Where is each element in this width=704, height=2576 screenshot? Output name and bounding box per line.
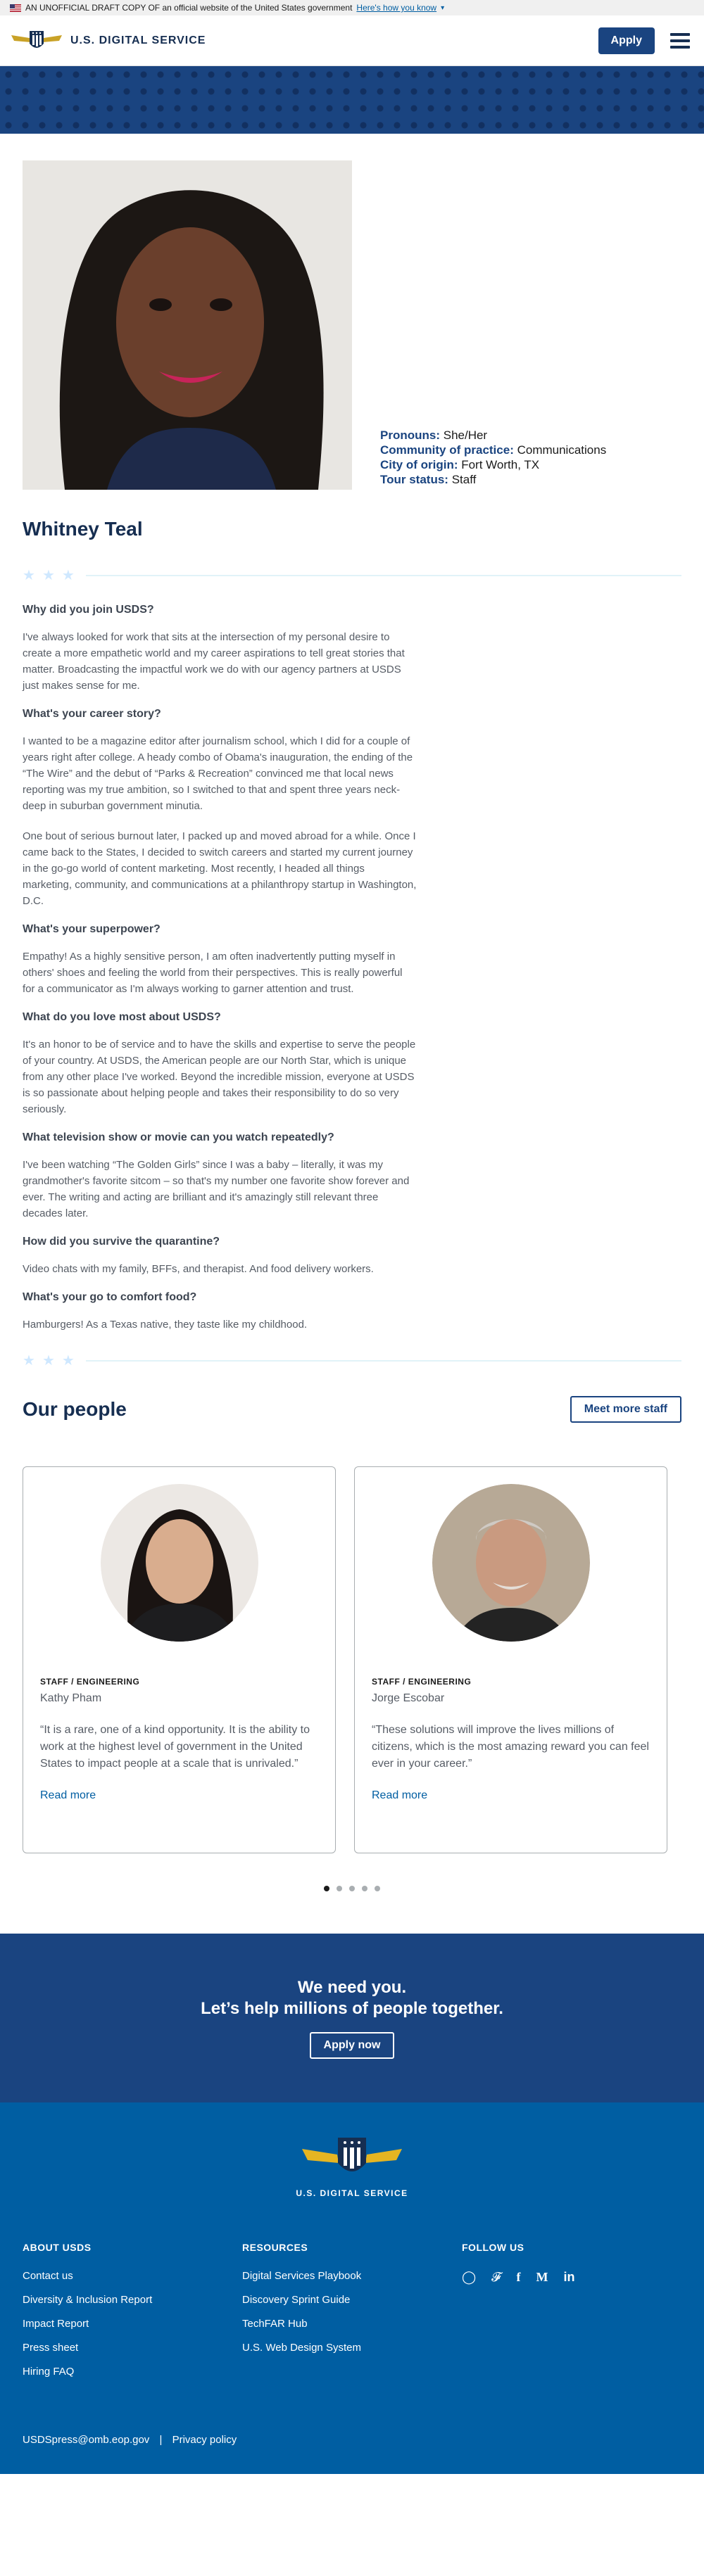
- person-role: STAFF / ENGINEERING: [372, 1677, 472, 1687]
- twitter-icon[interactable]: 𝓕: [491, 2270, 501, 2285]
- question: What's your superpower?: [23, 923, 161, 935]
- person-quote: “It is a rare, one of a kind opportunity…: [40, 1724, 310, 1770]
- star-icon: ★: [61, 1353, 75, 1369]
- site-footer: U.S. DIGITAL SERVICE ABOUT USDS Contact …: [0, 2102, 704, 2474]
- answer: Video chats with my family, BFFs, and th…: [23, 1263, 374, 1275]
- star-icon: ★: [23, 1353, 35, 1369]
- usds-eagle-logo-icon: [11, 30, 62, 48]
- question: What television show or movie can you wa…: [23, 1131, 334, 1143]
- footer-logo-text: U.S. DIGITAL SERVICE: [296, 2188, 408, 2198]
- star-icon: ★: [42, 568, 55, 583]
- medium-icon[interactable]: M: [536, 2270, 548, 2285]
- answer: I wanted to be a magazine editor after j…: [23, 735, 413, 812]
- gov-banner-text: AN UNOFFICIAL DRAFT COPY OF an official …: [25, 3, 353, 13]
- meta-pronouns: Pronouns: She/Her: [380, 429, 488, 442]
- us-flag-icon: [10, 4, 21, 12]
- chevron-down-icon[interactable]: ▾: [441, 4, 444, 12]
- star-divider: ★ ★ ★: [23, 1354, 681, 1368]
- carousel-dots: [23, 1886, 681, 1891]
- footer-link-uswds[interactable]: U.S. Web Design System: [242, 2342, 462, 2354]
- footer-link-impact[interactable]: Impact Report: [23, 2318, 242, 2330]
- person-card: STAFF / ENGINEERING Jorge Escobar “These…: [354, 1466, 667, 1853]
- cta-heading-line2: Let’s help millions of people together.: [201, 1999, 503, 2018]
- facebook-icon[interactable]: f: [516, 2270, 520, 2285]
- profile-section: Pronouns: She/Her Community of practice:…: [0, 160, 704, 1368]
- answer: Empathy! As a highly sensitive person, I…: [23, 951, 403, 995]
- person-photo: [100, 1484, 258, 1642]
- answer: It's an honor to be of service and to ha…: [23, 1039, 416, 1115]
- site-header: U.S. DIGITAL SERVICE Apply: [0, 15, 704, 66]
- person-card: STAFF / ENGINEERING Kathy Pham “It is a …: [23, 1466, 336, 1853]
- linkedin-icon[interactable]: in: [563, 2270, 574, 2285]
- person-quote: “These solutions will improve the lives …: [372, 1724, 649, 1770]
- footer-link-techfar[interactable]: TechFAR Hub: [242, 2318, 462, 2330]
- instagram-icon[interactable]: ◯: [462, 2270, 476, 2285]
- qa-list: Why did you join USDS? I've always looke…: [23, 604, 417, 1333]
- cta-section: We need you. Let’s help millions of peop…: [0, 1934, 704, 2102]
- person-name: Kathy Pham: [40, 1692, 102, 1704]
- press-email-link[interactable]: USDSpress@omb.eop.gov: [23, 2434, 149, 2446]
- answer: I've always looked for work that sits at…: [23, 631, 405, 692]
- gov-banner: AN UNOFFICIAL DRAFT COPY OF an official …: [0, 0, 704, 15]
- footer-resources-title: RESOURCES: [242, 2242, 308, 2253]
- menu-icon[interactable]: [670, 32, 690, 49]
- read-more-link[interactable]: Read more: [40, 1789, 96, 1802]
- carousel-dot-3[interactable]: [349, 1886, 355, 1891]
- gov-banner-link[interactable]: Here's how you know: [356, 3, 436, 13]
- star-icon: ★: [23, 568, 35, 583]
- star-icon: ★: [42, 1353, 55, 1369]
- meta-community: Community of practice: Communications: [380, 443, 607, 457]
- meta-city: City of origin: Fort Worth, TX: [380, 458, 540, 471]
- profile-portrait: [23, 160, 352, 490]
- question: What do you love most about USDS?: [23, 1011, 221, 1023]
- footer-about: ABOUT USDS Contact us Diversity & Inclus…: [23, 2242, 242, 2390]
- person-role: STAFF / ENGINEERING: [40, 1677, 140, 1687]
- question: What's your go to comfort food?: [23, 1291, 197, 1303]
- meet-more-staff-button[interactable]: Meet more staff: [570, 1396, 681, 1423]
- footer-link-contact[interactable]: Contact us: [23, 2270, 242, 2282]
- star-icon: ★: [61, 568, 75, 583]
- footer-link-diversity[interactable]: Diversity & Inclusion Report: [23, 2294, 242, 2306]
- answer: Hamburgers! As a Texas native, they tast…: [23, 1319, 308, 1331]
- meta-tour-status: Tour status: Staff: [380, 473, 477, 486]
- footer-link-press[interactable]: Press sheet: [23, 2342, 242, 2354]
- question: How did you survive the quarantine?: [23, 1236, 220, 1248]
- usds-eagle-logo-icon: [302, 2138, 402, 2171]
- hero-star-band: [0, 66, 704, 134]
- carousel-dot-2[interactable]: [337, 1886, 342, 1891]
- person-photo: [432, 1484, 590, 1642]
- privacy-policy-link[interactable]: Privacy policy: [172, 2434, 237, 2446]
- question: What's your career story?: [23, 708, 161, 720]
- footer-link-playbook[interactable]: Digital Services Playbook: [242, 2270, 462, 2282]
- apply-now-button[interactable]: Apply now: [309, 2032, 395, 2059]
- section-title: Our people: [23, 1398, 127, 1420]
- person-name: Jorge Escobar: [372, 1692, 445, 1704]
- footer-link-faq[interactable]: Hiring FAQ: [23, 2366, 242, 2378]
- our-people-section: Our people Meet more staff STAFF / ENGIN…: [0, 1396, 704, 1891]
- answer: I've been watching “The Golden Girls” si…: [23, 1159, 410, 1219]
- site-logo[interactable]: U.S. DIGITAL SERVICE: [10, 28, 206, 53]
- question: Why did you join USDS?: [23, 604, 154, 616]
- people-carousel: STAFF / ENGINEERING Kathy Pham “It is a …: [23, 1466, 681, 1853]
- read-more-link[interactable]: Read more: [372, 1789, 427, 1802]
- logo-text: U.S. DIGITAL SERVICE: [70, 34, 206, 46]
- footer-follow: FOLLOW US ◯ 𝓕 f M in: [462, 2242, 681, 2390]
- carousel-dot-1[interactable]: [324, 1886, 329, 1891]
- footer-about-title: ABOUT USDS: [23, 2242, 92, 2253]
- footer-resources: RESOURCES Digital Services Playbook Disc…: [242, 2242, 462, 2390]
- footer-follow-title: FOLLOW US: [462, 2242, 524, 2253]
- cta-heading-line1: We need you.: [297, 1978, 407, 1997]
- apply-button[interactable]: Apply: [598, 27, 655, 54]
- footer-link-sprint-guide[interactable]: Discovery Sprint Guide: [242, 2294, 462, 2306]
- answer: One bout of serious burnout later, I pac…: [23, 830, 417, 907]
- star-divider: ★ ★ ★: [23, 569, 681, 583]
- profile-name: Whitney Teal: [23, 518, 143, 540]
- footer-logo[interactable]: U.S. DIGITAL SERVICE: [23, 2133, 681, 2198]
- carousel-dot-4[interactable]: [362, 1886, 367, 1891]
- footer-bottom: USDSpress@omb.eop.gov | Privacy policy: [23, 2434, 237, 2446]
- profile-meta: Pronouns: She/Her Community of practice:…: [380, 428, 606, 487]
- carousel-dot-5[interactable]: [375, 1886, 380, 1891]
